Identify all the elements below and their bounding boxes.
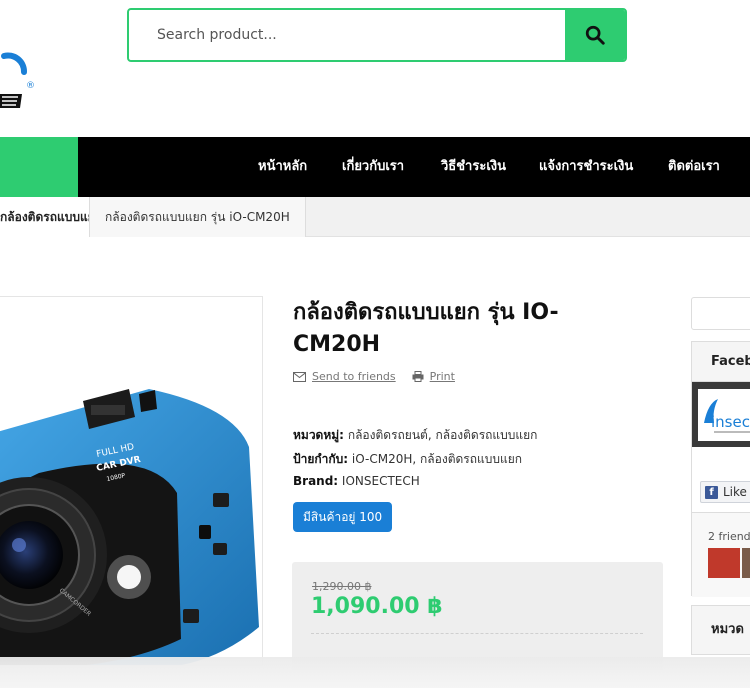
mail-icon [293, 371, 306, 382]
product-image[interactable]: FULL HD CAR DVR 1080P CAMCORDER [0, 296, 263, 666]
friend-avatar[interactable] [742, 548, 750, 578]
nav-item-contact[interactable]: ติดต่อเรา [668, 137, 720, 197]
send-to-friends-link[interactable]: Send to friends [293, 370, 396, 383]
brand-label: Brand: [293, 474, 339, 488]
print-label: Print [429, 370, 455, 383]
friends-count: 2 friends [708, 530, 750, 543]
site-logo[interactable]: ® [0, 50, 40, 110]
breadcrumb: กล้องติดรถแบบแยก กล้องติดรถแบบแยก รุ่น i… [0, 197, 750, 237]
print-link[interactable]: Print [412, 370, 455, 383]
like-label: Like [723, 485, 747, 499]
tag-links[interactable]: iO-CM20H, กล้องติดรถแบบแยก [352, 452, 522, 466]
product-tags-row: ป้ายกำกับ: iO-CM20H, กล้องติดรถแบบแยก [293, 450, 522, 469]
nav-item-payment-method[interactable]: วิธีชำระเงิน [441, 137, 506, 197]
breadcrumb-category[interactable]: กล้องติดรถแบบแยก [0, 197, 90, 237]
nav-category-block[interactable] [0, 137, 78, 197]
stock-badge: มีสินค้าอยู่ 100 [293, 502, 393, 532]
search-icon [585, 25, 605, 45]
facebook-like-button[interactable]: f Like [700, 481, 750, 503]
friend-avatar[interactable] [708, 548, 740, 578]
facebook-widget-title: Faceb [692, 342, 750, 382]
registered-mark: ® [26, 81, 35, 91]
category-widget: หมวด [691, 605, 750, 655]
current-price: 1,090.00 ฿ [311, 594, 443, 619]
category-links[interactable]: กล้องติดรถยนต์, กล้องติดรถแบบแยก [348, 428, 538, 442]
nav-item-about[interactable]: เกี่ยวกับเรา [342, 137, 404, 197]
price-divider [311, 633, 643, 634]
category-widget-title: หมวด [711, 622, 744, 637]
sidebar-search-input[interactable] [691, 297, 750, 330]
facebook-widget: Faceb insec f Like 2 friends [691, 341, 750, 597]
bottom-overlay [0, 657, 750, 688]
category-label: หมวดหมู่: [293, 428, 344, 442]
facebook-icon: f [705, 486, 718, 499]
nav-item-home[interactable]: หน้าหลัก [258, 137, 307, 197]
search-bar [127, 8, 627, 62]
price-panel: 1,290.00 ฿ 1,090.00 ฿ [292, 562, 663, 672]
product-actions: Send to friends Print [293, 370, 455, 383]
breadcrumb-current: กล้องติดรถแบบแยก รุ่น iO-CM20H [90, 197, 306, 237]
main-nav: หน้าหลัก เกี่ยวกับเรา วิธีชำระเงิน แจ้งก… [0, 137, 750, 197]
tags-label: ป้ายกำกับ: [293, 452, 349, 466]
send-to-friends-label: Send to friends [312, 370, 396, 383]
product-title: กล้องติดรถแบบแยก รุ่น IO-CM20H [293, 300, 559, 357]
fb-page-name: insec [711, 413, 750, 431]
old-price: 1,290.00 ฿ [312, 580, 372, 593]
brand-link[interactable]: IONSECTECH [342, 474, 420, 488]
facebook-friends-box: 2 friends [692, 512, 750, 597]
printer-icon [412, 371, 424, 382]
nav-item-payment-notify[interactable]: แจ้งการชำระเงิน [539, 137, 633, 197]
search-input[interactable] [129, 10, 565, 60]
product-category-row: หมวดหมู่: กล้องติดรถยนต์, กล้องติดรถแบบแ… [293, 426, 537, 445]
facebook-page-cover[interactable]: insec [692, 382, 750, 447]
search-button[interactable] [565, 10, 625, 60]
product-brand-row: Brand: IONSECTECH [293, 474, 420, 488]
